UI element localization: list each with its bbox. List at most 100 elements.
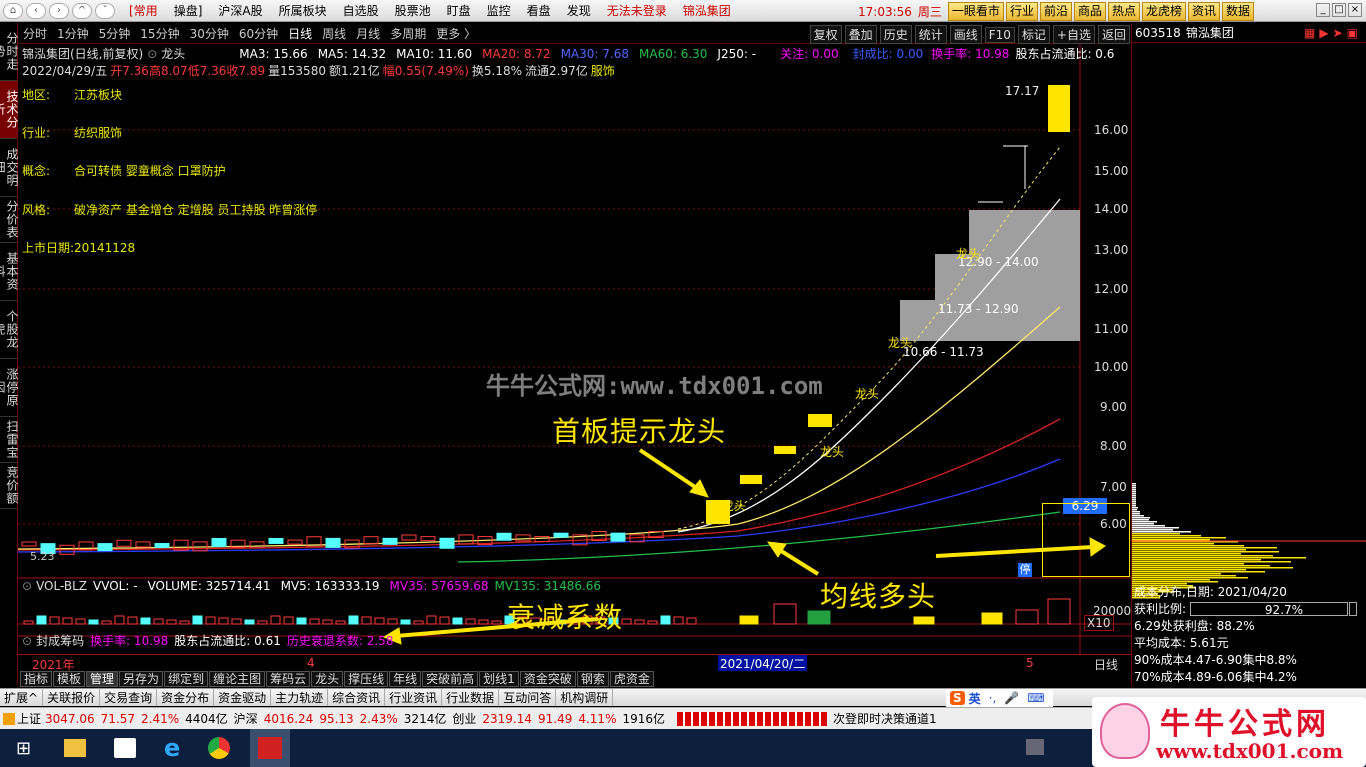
period-button[interactable]: 多周期 xyxy=(385,25,431,42)
quick-button[interactable]: 热点 xyxy=(1107,2,1140,21)
ext-item[interactable]: 主力轨迹 xyxy=(271,689,329,706)
tab-chanlun[interactable]: 缠论主图 xyxy=(209,671,266,687)
mark-button[interactable]: 标记 xyxy=(1017,25,1050,44)
period-button[interactable]: 30分钟 xyxy=(185,25,234,42)
tab-saolei[interactable]: 扫雷宝 xyxy=(0,417,19,463)
menu-common[interactable]: [常用 xyxy=(121,2,166,19)
quick-button[interactable]: 资讯 xyxy=(1188,2,1221,21)
period-button[interactable]: 15分钟 xyxy=(135,25,184,42)
draw-line-button[interactable]: 画线 xyxy=(949,25,982,44)
tab-indicator[interactable]: 指标 xyxy=(20,671,53,687)
tab-steel[interactable]: 钢索 xyxy=(576,671,609,687)
tab-zhangting[interactable]: 涨停原因 xyxy=(0,359,19,417)
menu-item[interactable]: 发现 xyxy=(559,2,599,19)
up-icon[interactable]: ^ xyxy=(72,2,92,19)
ext-item[interactable]: 资金分布 xyxy=(157,689,215,706)
tab-fund-breakout[interactable]: 资金突破 xyxy=(519,671,576,687)
period-button[interactable]: 1分钟 xyxy=(52,25,94,42)
ext-item[interactable]: 行业资讯 xyxy=(385,689,443,706)
ime-lang[interactable]: 英 xyxy=(965,690,985,707)
period-button[interactable]: 5分钟 xyxy=(94,25,136,42)
period-button[interactable]: 周线 xyxy=(317,25,351,42)
menu-item[interactable]: 自选股 xyxy=(335,2,387,19)
period-button-daily[interactable]: 日线 xyxy=(283,25,317,42)
tab-jingjia[interactable]: 竞价额 xyxy=(0,463,19,509)
menu-item[interactable]: 所属板块 xyxy=(271,2,335,19)
ext-item[interactable]: 关联报价 xyxy=(43,689,101,706)
ext-item[interactable]: 行业数据 xyxy=(442,689,500,706)
down-icon[interactable]: ˇ xyxy=(95,2,115,19)
tab-support-line[interactable]: 撑压线 xyxy=(344,671,389,687)
ime-punct[interactable]: ·, xyxy=(985,691,1001,705)
period-button[interactable]: 分时 xyxy=(18,25,52,42)
status-notice[interactable]: 次登即时决策通道1 xyxy=(833,710,937,727)
tab-tiger-fund[interactable]: 虎资金 xyxy=(609,671,654,687)
overlay-button[interactable]: 叠加 xyxy=(844,25,877,44)
mic-icon[interactable]: 🎤 xyxy=(1000,691,1023,705)
close-icon[interactable]: × xyxy=(1348,3,1362,17)
settings-icon[interactable]: ⊙ xyxy=(22,579,32,593)
tab-chengjiao[interactable]: 成交明细 xyxy=(0,139,19,197)
menu-item[interactable]: 操盘] xyxy=(166,2,211,19)
chevron-icon[interactable]: ⊙ xyxy=(147,47,157,61)
add-favorite-button[interactable]: +自选 xyxy=(1052,25,1095,44)
ie-icon[interactable]: e xyxy=(164,734,180,762)
tab-jishu[interactable]: 技术分析 xyxy=(0,81,19,139)
quick-button[interactable]: 前沿 xyxy=(1039,2,1072,21)
ext-item[interactable]: 互动问答 xyxy=(499,689,557,706)
forward-icon[interactable]: › xyxy=(49,2,69,19)
period-button[interactable]: 月线 xyxy=(351,25,385,42)
tab-manage[interactable]: 管理 xyxy=(86,671,119,687)
history-button[interactable]: 历史 xyxy=(879,25,912,44)
tab-jiben[interactable]: 基本资料 xyxy=(0,243,19,301)
tab-breakout[interactable]: 突破前高 xyxy=(422,671,479,687)
ext-item[interactable]: 综合资讯 xyxy=(328,689,386,706)
menu-item[interactable]: 股票池 xyxy=(387,2,439,19)
tab-bindto[interactable]: 绑定到 xyxy=(164,671,209,687)
vol-indicator-name[interactable]: VOL-BLZ xyxy=(36,579,87,593)
cy-index-name[interactable]: 创业 xyxy=(452,710,476,727)
back-icon[interactable]: ‹ xyxy=(26,2,46,19)
fuquan-button[interactable]: 复权 xyxy=(809,25,842,44)
vol-scale-x10[interactable]: X10 xyxy=(1084,615,1114,631)
keyboard-icon[interactable]: ⌨ xyxy=(1023,691,1048,705)
maximize-icon[interactable]: □ xyxy=(1332,3,1346,17)
formula-name[interactable]: 龙头 xyxy=(161,45,185,62)
ext-item[interactable]: 资金驱动 xyxy=(214,689,272,706)
tab-drawline[interactable]: 划线1 xyxy=(479,671,519,687)
settings-icon[interactable]: ⊙ xyxy=(22,634,32,648)
chip-indicator-name[interactable]: 封成筹码 xyxy=(36,632,84,649)
sh-index-name[interactable]: 上证 xyxy=(17,710,41,727)
tab-chip-cloud[interactable]: 筹码云 xyxy=(266,671,311,687)
sz-index-name[interactable]: 沪深 xyxy=(234,710,258,727)
quick-button[interactable]: 龙虎榜 xyxy=(1142,2,1187,21)
ext-item[interactable]: 机构调研 xyxy=(556,689,614,706)
sector-link[interactable]: 服饰 xyxy=(591,62,615,79)
tab-saveas[interactable]: 另存为 xyxy=(119,671,164,687)
tab-fenjia[interactable]: 分价表 xyxy=(0,197,19,243)
menu-item[interactable]: 看盘 xyxy=(519,2,559,19)
menu-item[interactable]: 沪深A股 xyxy=(210,2,270,19)
quick-button[interactable]: 一眼看市 xyxy=(947,2,1004,21)
quick-button[interactable]: 数据 xyxy=(1222,2,1255,21)
tab-year-line[interactable]: 年线 xyxy=(389,671,422,687)
tab-longhu[interactable]: 个股龙虎 xyxy=(0,301,19,359)
ext-toggle[interactable]: 扩展^ xyxy=(0,689,44,706)
tab-fenshi[interactable]: 分时走势 xyxy=(0,23,19,81)
tab-template[interactable]: 模板 xyxy=(53,671,86,687)
toolbar-icons[interactable]: ▦▶➤▣ xyxy=(1304,26,1362,40)
file-explorer-icon[interactable] xyxy=(64,739,86,757)
period-button[interactable]: 60分钟 xyxy=(234,25,283,42)
f10-button[interactable]: F10 xyxy=(984,26,1015,43)
windows-start-icon[interactable]: ⊞ xyxy=(16,738,46,759)
stats-button[interactable]: 统计 xyxy=(914,25,947,44)
tray-icon[interactable] xyxy=(1026,739,1044,755)
quick-button[interactable]: 行业 xyxy=(1005,2,1038,21)
tab-longtou[interactable]: 龙头 xyxy=(311,671,344,687)
ime-toolbar[interactable]: S 英 ·, 🎤 ⌨ xyxy=(946,689,1053,707)
menu-item[interactable]: 盯盘 xyxy=(439,2,479,19)
home-icon[interactable]: ⌂ xyxy=(3,2,23,19)
store-icon[interactable] xyxy=(114,738,136,758)
login-status[interactable]: 无法未登录 xyxy=(599,2,675,19)
menu-item[interactable]: 监控 xyxy=(479,2,519,19)
